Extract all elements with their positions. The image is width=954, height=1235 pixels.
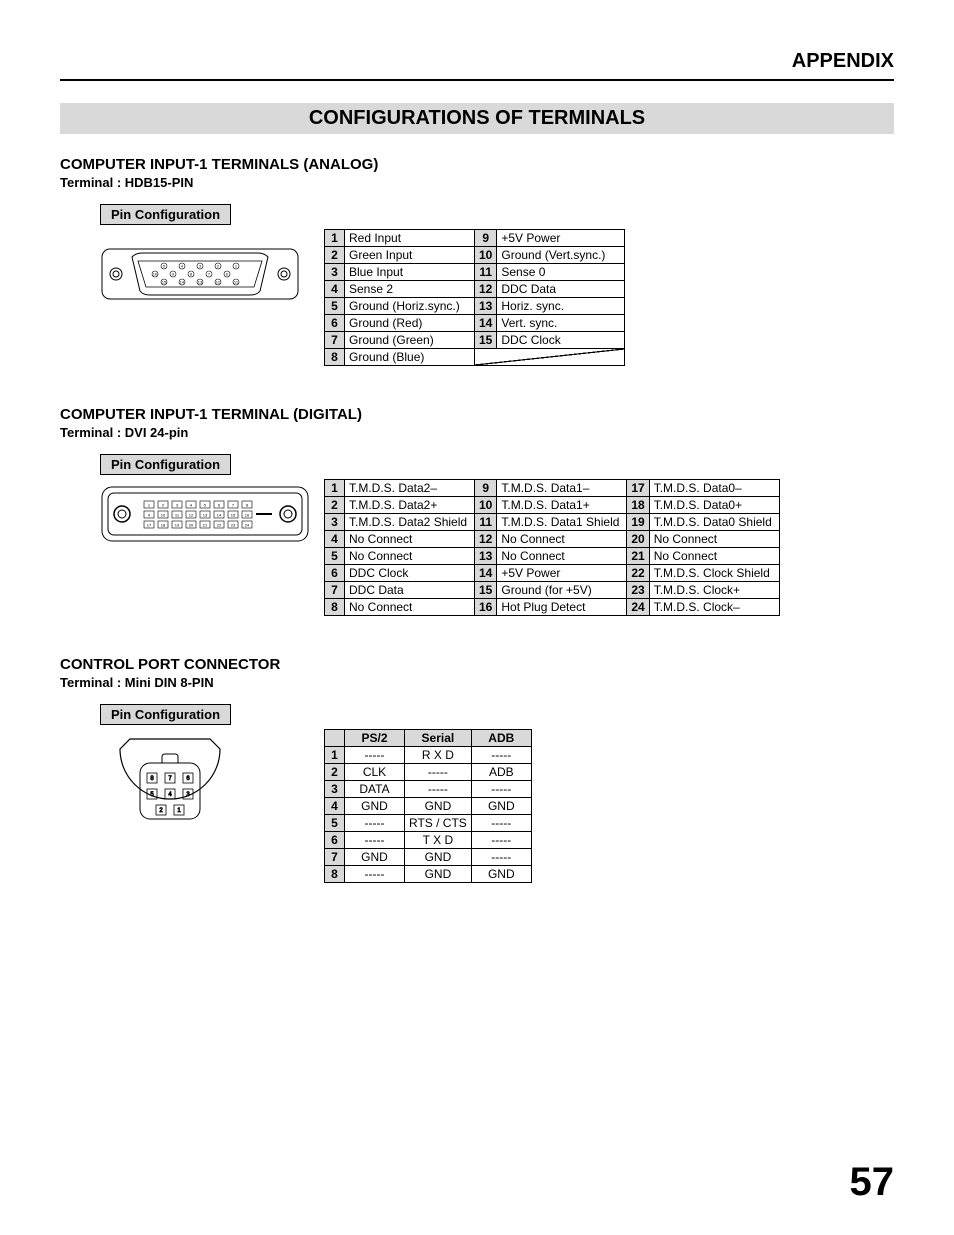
svg-text:14: 14: [217, 513, 222, 518]
section2-title: COMPUTER INPUT-1 TERMINAL (DIGITAL): [60, 406, 894, 423]
svg-text:7: 7: [232, 503, 235, 508]
pin-config-label: Pin Configuration: [100, 704, 231, 725]
section1-sub: Terminal : HDB15-PIN: [60, 175, 894, 190]
svg-text:5: 5: [204, 503, 207, 508]
svg-text:2: 2: [162, 503, 165, 508]
svg-text:14: 14: [180, 280, 185, 285]
svg-text:7: 7: [208, 272, 211, 277]
svg-text:3: 3: [199, 264, 202, 269]
svg-text:2: 2: [159, 808, 163, 814]
svg-text:17: 17: [147, 523, 152, 528]
svg-text:1: 1: [177, 808, 181, 814]
svg-text:7: 7: [168, 776, 172, 782]
svg-text:2: 2: [217, 264, 220, 269]
page-header: APPENDIX: [60, 50, 894, 79]
hdb15-pin-table: 1Red Input9+5V Power2Green Input10Ground…: [324, 229, 625, 366]
svg-text:23: 23: [231, 523, 236, 528]
svg-text:1: 1: [148, 503, 151, 508]
dvi-pin-table: 1T.M.D.S. Data2–9T.M.D.S. Data1–17T.M.D.…: [324, 479, 780, 616]
svg-text:13: 13: [203, 513, 208, 518]
svg-text:9: 9: [148, 513, 151, 518]
svg-text:6: 6: [218, 503, 221, 508]
svg-text:19: 19: [175, 523, 180, 528]
svg-text:8: 8: [190, 272, 193, 277]
pin-config-label: Pin Configuration: [100, 204, 231, 225]
svg-text:10: 10: [153, 272, 158, 277]
banner-title: CONFIGURATIONS OF TERMINALS: [60, 103, 894, 134]
pin-config-label: Pin Configuration: [100, 454, 231, 475]
section2-sub: Terminal : DVI 24-pin: [60, 425, 894, 440]
svg-text:24: 24: [245, 523, 250, 528]
svg-text:9: 9: [172, 272, 175, 277]
dvi-diagram: 123456789101112131415161718192021222324: [60, 479, 290, 549]
svg-text:12: 12: [189, 513, 194, 518]
section3-sub: Terminal : Mini DIN 8-PIN: [60, 675, 894, 690]
svg-text:4: 4: [190, 503, 193, 508]
svg-text:8: 8: [246, 503, 249, 508]
svg-text:18: 18: [161, 523, 166, 528]
svg-text:10: 10: [161, 513, 166, 518]
svg-text:12: 12: [216, 280, 221, 285]
mini-din-diagram: 8 7 6 5 4 3 2 1: [60, 729, 290, 859]
svg-text:1: 1: [235, 264, 238, 269]
svg-text:5: 5: [150, 792, 154, 798]
horizontal-rule: [60, 79, 894, 81]
svg-text:11: 11: [175, 513, 180, 518]
svg-text:15: 15: [231, 513, 236, 518]
hdb15-diagram: 54321 109876 1514131211: [60, 229, 290, 319]
svg-text:8: 8: [150, 776, 154, 782]
svg-text:22: 22: [217, 523, 222, 528]
section3-title: CONTROL PORT CONNECTOR: [60, 656, 894, 673]
svg-text:5: 5: [163, 264, 166, 269]
svg-text:15: 15: [162, 280, 167, 285]
svg-text:6: 6: [186, 776, 190, 782]
control-port-table: PS/2SerialADB1-----R X D-----2CLK-----AD…: [324, 729, 532, 883]
section1-title: COMPUTER INPUT-1 TERMINALS (ANALOG): [60, 156, 894, 173]
svg-text:6: 6: [226, 272, 229, 277]
svg-text:16: 16: [245, 513, 250, 518]
svg-text:3: 3: [176, 503, 179, 508]
svg-text:4: 4: [168, 792, 172, 798]
svg-text:13: 13: [198, 280, 203, 285]
svg-text:21: 21: [203, 523, 208, 528]
svg-text:20: 20: [189, 523, 194, 528]
svg-text:4: 4: [181, 264, 184, 269]
page-number: 57: [850, 1160, 895, 1205]
